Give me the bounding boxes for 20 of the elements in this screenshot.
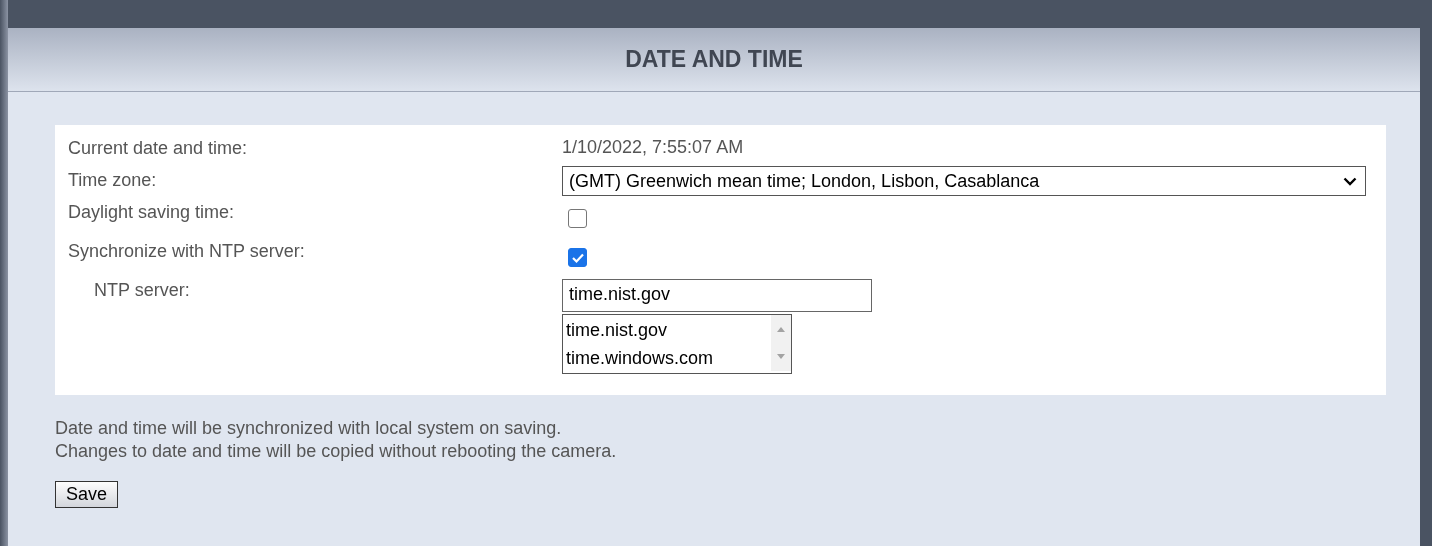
field-label: Time zone:	[68, 169, 158, 191]
server-listbox[interactable]: time.nist.gov time.windows.com	[562, 314, 792, 374]
field-label: Synchronize with NTP server:	[68, 240, 306, 262]
page-title: DATE AND TIME	[625, 46, 803, 73]
list-option[interactable]: time.windows.com	[566, 344, 768, 372]
scrollbar[interactable]	[771, 315, 791, 371]
time-zone-dropdown[interactable]: (GMT) Greenwich mean time; London, Lisbon, Casablanca	[562, 166, 1366, 196]
check-icon	[570, 251, 585, 264]
checkbox[interactable]	[568, 248, 587, 267]
info-text: Changes to date and time will be copied without rebooting the camera.	[55, 440, 618, 463]
info-text: Date and time will be synchronized with local system on saving.	[55, 417, 563, 440]
list-option[interactable]: time.nist.gov	[566, 316, 768, 344]
field-label: Daylight saving time:	[68, 201, 236, 223]
chevron-down-icon	[1343, 176, 1357, 186]
input-field[interactable]: time.nist.gov	[562, 279, 872, 312]
field-label: NTP server:	[93, 279, 191, 301]
date-time-value: 1/10/2022, 7:55:07 AM	[562, 137, 744, 158]
checkbox[interactable]	[568, 209, 587, 228]
save-button[interactable]: Save	[55, 481, 119, 508]
field-label: Current date and time:	[68, 137, 249, 159]
